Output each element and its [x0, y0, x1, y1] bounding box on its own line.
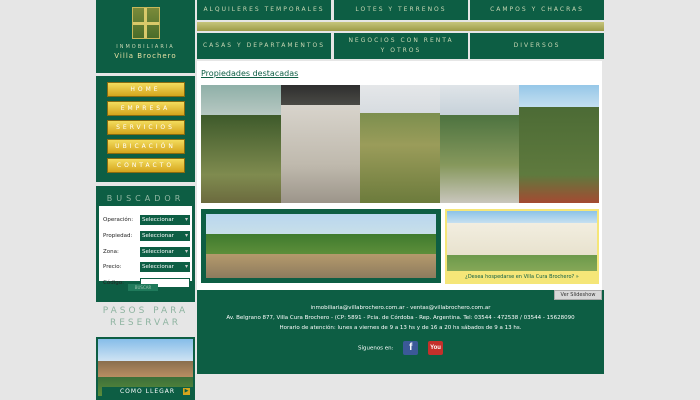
footer-address: Av. Belgrano 877, Villa Cura Brochero - …: [226, 315, 575, 321]
site-logo[interactable]: INMOBILIARIA Villa Brochero: [96, 0, 195, 73]
property-photo-1: [201, 85, 281, 203]
operacion-row: Operación: Seleccionar: [99, 215, 192, 227]
hotel-photo: [447, 211, 597, 271]
nav-lotes[interactable]: LOTES Y TERRENOS: [334, 0, 468, 20]
featured-photo-strip[interactable]: [201, 85, 599, 203]
zona-select[interactable]: Seleccionar: [140, 247, 190, 257]
codigo-label: Código:: [103, 280, 124, 286]
river-photo: [206, 214, 436, 278]
propiedad-row: Propiedad: Seleccionar: [99, 231, 192, 243]
nav-negocios[interactable]: NEGOCIOS CON RENTA Y OTROS: [334, 33, 468, 59]
operacion-select[interactable]: Seleccionar: [140, 215, 190, 225]
como-llegar-label: COMO LLEGAR: [102, 387, 193, 396]
follow-label: Síguenos en:: [357, 345, 394, 352]
main-content: Propiedades destacadas ¿Desea hospedarse…: [197, 61, 602, 290]
hotel-banner[interactable]: ¿Desea hospedarse en Villa Cura Brochero…: [445, 209, 599, 284]
main-menu: HOME EMPRESA SERVICIOS UBICACIÓN CONTACT…: [96, 76, 195, 182]
pasos-line2: RESERVAR: [109, 318, 182, 328]
precio-row: Precio: Seleccionar: [99, 262, 192, 274]
logo-line2: Villa Brochero: [114, 52, 177, 60]
como-llegar-banner[interactable]: COMO LLEGAR ▶: [96, 337, 195, 400]
footer-emails[interactable]: inmobiliaria@villabrochero.com.ar - vent…: [197, 303, 604, 313]
youtube-icon[interactable]: You: [428, 341, 444, 355]
menu-empresa[interactable]: EMPRESA: [106, 101, 185, 116]
nav-campos[interactable]: CAMPOS Y CHACRAS: [470, 0, 604, 20]
footer-social: Síguenos en: f You: [197, 341, 604, 355]
crest-icon: [132, 7, 160, 39]
arrow-right-icon: ▶: [183, 388, 190, 395]
nav-diversos[interactable]: DIVERSOS: [470, 33, 604, 59]
search-button[interactable]: BUSCAR: [128, 284, 158, 291]
menu-ubicacion[interactable]: UBICACIÓN: [106, 139, 185, 154]
chevron-right-icon: »: [575, 274, 579, 280]
featured-large-photo[interactable]: [201, 209, 441, 283]
precio-label: Precio:: [103, 264, 122, 270]
logo-line1: INMOBILIARIA: [116, 44, 175, 50]
search-title: BUSCADOR: [106, 194, 185, 203]
nav-alquileres[interactable]: ALQUILERES TEMPORALES: [197, 0, 331, 20]
operacion-label: Operación:: [103, 217, 134, 223]
footer: inmobiliaria@villabrochero.com.ar - vent…: [197, 290, 604, 374]
sidebar: INMOBILIARIA Villa Brochero HOME EMPRESA…: [96, 0, 195, 400]
hotel-caption: ¿Desea hospedarse en Villa Cura Brochero…: [447, 274, 597, 280]
zona-row: Zona: Seleccionar: [99, 247, 192, 259]
property-photo-5: [519, 85, 599, 203]
propiedad-label: Propiedad:: [103, 233, 133, 239]
slideshow-button[interactable]: Ver Slideshow: [554, 290, 602, 300]
property-photo-3: [360, 85, 440, 203]
zona-label: Zona:: [103, 249, 119, 255]
facebook-icon[interactable]: f: [403, 341, 419, 355]
search-panel: BUSCADOR Operación: Seleccionar Propieda…: [96, 186, 195, 302]
hotel-caption-text: ¿Desea hospedarse en Villa Cura Brochero…: [465, 274, 575, 280]
menu-servicios[interactable]: SERVICIOS: [106, 120, 185, 135]
pasos-line1: PASOS PARA: [102, 306, 189, 316]
property-photo-2: [280, 85, 361, 203]
menu-home[interactable]: HOME: [106, 82, 185, 97]
featured-properties-link[interactable]: Propiedades destacadas: [201, 69, 298, 78]
nav-casas[interactable]: CASAS Y DEPARTAMENTOS: [197, 33, 331, 59]
precio-select[interactable]: Seleccionar: [140, 262, 190, 272]
nav-divider: [197, 22, 604, 31]
pasos-para-reservar-link[interactable]: PASOS PARA RESERVAR: [96, 305, 195, 335]
search-form: Operación: Seleccionar Propiedad: Selecc…: [99, 206, 192, 288]
menu-contacto[interactable]: CONTACTO: [106, 158, 185, 173]
propiedad-select[interactable]: Seleccionar: [140, 231, 190, 241]
property-photo-4: [439, 85, 520, 203]
footer-hours: Horario de atención: lunes a viernes de …: [279, 325, 522, 331]
como-llegar-photo: COMO LLEGAR ▶: [98, 339, 193, 396]
